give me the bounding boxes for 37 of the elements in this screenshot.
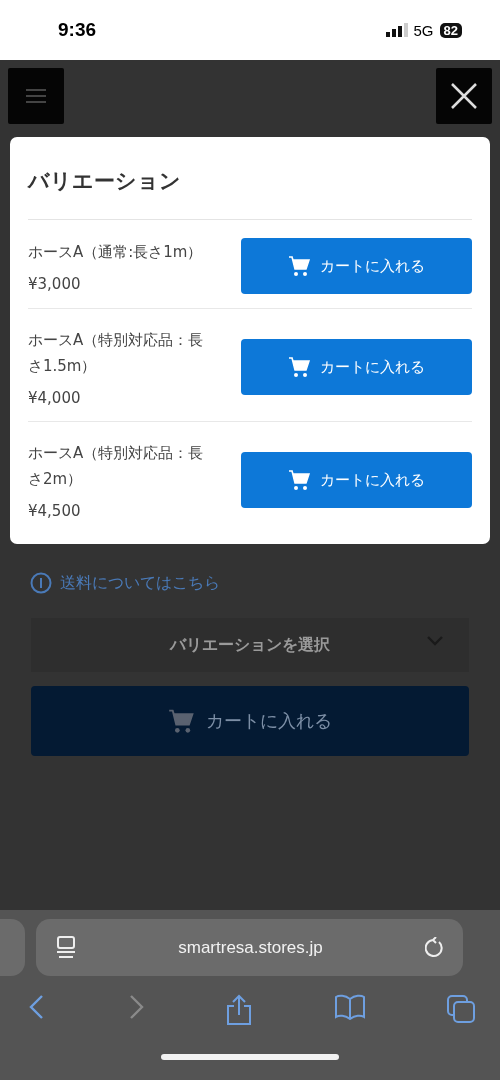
add-to-cart-button[interactable]: カートに入れる [241, 238, 472, 294]
share-button[interactable] [225, 994, 253, 1026]
close-icon [450, 82, 478, 110]
cart-icon [288, 355, 312, 379]
menu-icon [26, 88, 46, 104]
clock-time: 9:36 [58, 19, 97, 41]
variation-name: ホースA（通常:長さ1m） [28, 242, 204, 263]
close-button[interactable] [436, 68, 492, 124]
address-bar[interactable]: smartresa.stores.jp [36, 919, 463, 976]
tabs-icon [446, 994, 476, 1024]
variation-name: ホースA（特別対応品：長さ2m） [28, 443, 205, 490]
battery-level: 82 [439, 22, 462, 38]
reload-icon[interactable] [425, 936, 445, 959]
variation-select[interactable]: バリエーションを選択 [31, 618, 469, 672]
variation-name: ホースA（特別対応品：長さ1.5m） [28, 330, 205, 377]
share-icon [225, 994, 253, 1026]
cart-icon [288, 468, 312, 492]
variation-price: ¥4,000 [28, 389, 82, 407]
add-to-cart-button[interactable]: カートに入れる [241, 339, 472, 395]
tabs-button[interactable] [446, 994, 476, 1026]
previous-tab[interactable] [0, 919, 25, 976]
back-icon [28, 994, 46, 1020]
menu-button[interactable] [8, 68, 64, 124]
add-to-cart-button[interactable]: カートに入れる [241, 452, 472, 508]
dialog-title: バリエーション [28, 167, 472, 220]
network-label: 5G [413, 21, 434, 39]
variation-price: ¥3,000 [28, 275, 82, 293]
add-to-cart-button[interactable]: カートに入れる [31, 686, 469, 756]
info-icon [30, 572, 52, 594]
page-menu-icon [56, 935, 76, 960]
signal-icon [385, 23, 408, 37]
shipping-link[interactable]: 送料についてはこちら [30, 572, 492, 594]
cart-icon [168, 707, 196, 735]
cart-icon [288, 254, 312, 278]
variation-price: ¥4,500 [28, 502, 82, 520]
book-icon [333, 994, 366, 1020]
url-text: smartresa.stores.jp [178, 937, 323, 958]
